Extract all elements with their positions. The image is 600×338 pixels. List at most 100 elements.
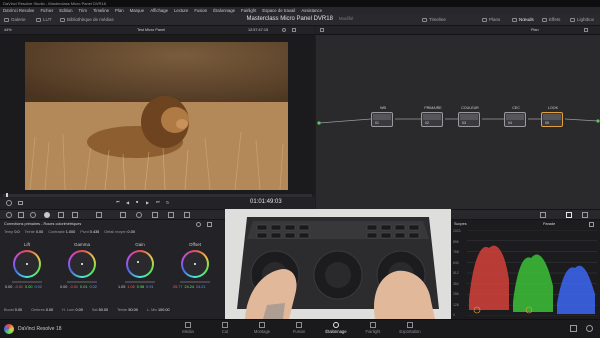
primaries-icon[interactable] [44, 212, 50, 218]
gain-b-value[interactable]: 0.91 [146, 285, 153, 289]
gamma-b-value[interactable]: 0.02 [89, 285, 96, 289]
menu-item[interactable]: Trim [79, 8, 87, 13]
skip-back-icon[interactable]: ⏮ [116, 200, 119, 204]
offset-g-value[interactable]: 24.24 [185, 285, 195, 289]
gamma-g-value[interactable]: 0.01 [80, 285, 87, 289]
rgb-mixer-icon[interactable] [58, 212, 64, 218]
node-couleur[interactable]: COULEUR 03 [458, 106, 480, 127]
menu-item[interactable]: Espace de travail [262, 8, 295, 13]
gain-r-value[interactable]: 1.05 [127, 285, 134, 289]
scopes-mode-select[interactable]: Parade [543, 222, 555, 226]
curves-icon[interactable] [96, 212, 102, 218]
menu-item[interactable]: Fusion [194, 8, 207, 13]
param-tint[interactable]: Teinte 0.00 [25, 230, 44, 234]
skip-forward-icon[interactable]: ⏭ [156, 200, 159, 204]
blur-icon[interactable] [168, 212, 174, 218]
offset-r-value[interactable]: 25.77 [173, 285, 183, 289]
node-primaire[interactable]: PRIMAIRE 02 [421, 106, 443, 127]
color-match-icon[interactable] [18, 212, 24, 218]
settings-icon[interactable] [586, 325, 593, 332]
color-wheels-icon[interactable] [30, 212, 36, 218]
page-fusion[interactable]: Fusion [279, 322, 319, 334]
key-icon[interactable] [184, 212, 190, 218]
menu-item[interactable]: Affichage [150, 8, 168, 13]
param-midtone-detail[interactable]: Détail moyen 0.00 [104, 230, 135, 234]
menu-item[interactable]: Plan [115, 8, 124, 13]
param-boost[interactable]: Boost 0.00 [4, 308, 22, 312]
lift-y-value[interactable]: 0.00 [5, 285, 12, 289]
page-deliver[interactable]: Exportation [390, 322, 430, 334]
offset-master-slider[interactable] [180, 281, 210, 283]
param-hue[interactable]: Teinte 50.00 [117, 308, 138, 312]
gamma-wheel[interactable] [68, 250, 96, 278]
gain-master-slider[interactable] [125, 281, 155, 283]
play-icon[interactable]: ▶ [146, 200, 149, 205]
lift-r-value[interactable]: -0.01 [14, 285, 23, 289]
param-contrast[interactable]: Contraste 1.000 [48, 230, 75, 234]
wheel-puck[interactable] [81, 263, 83, 265]
menu-item[interactable]: Fairlight [241, 8, 256, 13]
gain-y-value[interactable]: 1.05 [118, 285, 125, 289]
nodes-button[interactable]: Nœuds [512, 17, 534, 22]
gamma-r-value[interactable]: -0.01 [69, 285, 78, 289]
info-icon[interactable] [540, 212, 546, 218]
camera-raw-icon[interactable] [6, 212, 12, 218]
clip-name[interactable]: Test Micro Panel [137, 28, 165, 32]
menu-item[interactable]: Étalonnage [213, 8, 235, 13]
lift-g-value[interactable]: 0.00 [25, 285, 32, 289]
menu-item[interactable]: Marque [130, 8, 145, 13]
motion-effects-icon[interactable] [72, 212, 78, 218]
loop-icon[interactable] [6, 200, 12, 206]
window-icon[interactable] [136, 212, 142, 218]
zoom-level[interactable]: 44% [4, 28, 12, 32]
viewer-mode-icon[interactable] [18, 201, 23, 205]
param-saturation[interactable]: Sat 50.00 [92, 308, 108, 312]
menu-item[interactable]: Timeline [93, 8, 109, 13]
wheel-puck[interactable] [26, 263, 28, 265]
wheel-puck[interactable] [194, 263, 196, 265]
reset-icon[interactable] [196, 222, 201, 227]
param-shadows[interactable]: Ombres 0.00 [31, 308, 53, 312]
lift-master-slider[interactable] [12, 281, 42, 283]
menu-item[interactable]: DaVinci Resolve [3, 8, 34, 13]
menu-item[interactable]: Assistance [301, 8, 322, 13]
gamma-y-value[interactable]: 0.00 [60, 285, 67, 289]
page-cut[interactable]: Cut [205, 322, 245, 334]
page-media[interactable]: Média [168, 322, 208, 334]
wheel-puck[interactable] [137, 261, 140, 264]
qualifier-icon[interactable] [120, 212, 126, 218]
menu-item[interactable]: Edition [59, 8, 72, 13]
node-wb[interactable]: WB 01 [371, 106, 393, 127]
lightbox-button[interactable]: Lightbox [570, 17, 594, 22]
node-look[interactable]: LOOK 05 [541, 106, 563, 127]
menu-item[interactable]: Fichier [40, 8, 53, 13]
settings-icon[interactable] [282, 28, 286, 32]
pointer-icon[interactable] [320, 28, 324, 32]
page-edit[interactable]: Montage [242, 322, 282, 334]
offset-wheel[interactable] [181, 250, 209, 278]
node-options-icon[interactable] [584, 28, 588, 32]
gain-g-value[interactable]: 0.98 [137, 285, 144, 289]
page-color[interactable]: Étalonnage [316, 322, 356, 334]
tracker-icon[interactable] [152, 212, 158, 218]
viewer-image[interactable] [25, 42, 288, 190]
node-graph[interactable]: WB 01 PRIMAIRE 02 COULEUR 03 CEC 04 LOOK… [316, 35, 600, 209]
play-reverse-icon[interactable]: ◀ [126, 200, 129, 205]
scopes-icon[interactable] [566, 212, 572, 218]
node-cec[interactable]: CEC 04 [504, 106, 526, 127]
stop-icon[interactable]: ■ [136, 200, 138, 204]
offset-b-value[interactable]: 24.21 [196, 285, 206, 289]
home-icon[interactable] [570, 325, 577, 332]
lift-b-value[interactable]: 0.02 [34, 285, 41, 289]
clips-button[interactable]: Plans [482, 17, 500, 22]
param-temp[interactable]: Temp 0.0 [4, 230, 20, 234]
menu-item[interactable]: Lecture [174, 8, 188, 13]
param-lum-mix[interactable]: L. Mix 100.00 [147, 308, 170, 312]
loop-toggle-icon[interactable]: ↻ [166, 200, 169, 205]
keyframes-icon[interactable] [582, 212, 588, 218]
panel-options-icon[interactable] [207, 222, 212, 227]
scopes-options-icon[interactable] [589, 222, 594, 227]
options-icon[interactable] [292, 28, 296, 32]
gain-wheel[interactable] [126, 250, 154, 278]
gamma-master-slider[interactable] [67, 281, 97, 283]
